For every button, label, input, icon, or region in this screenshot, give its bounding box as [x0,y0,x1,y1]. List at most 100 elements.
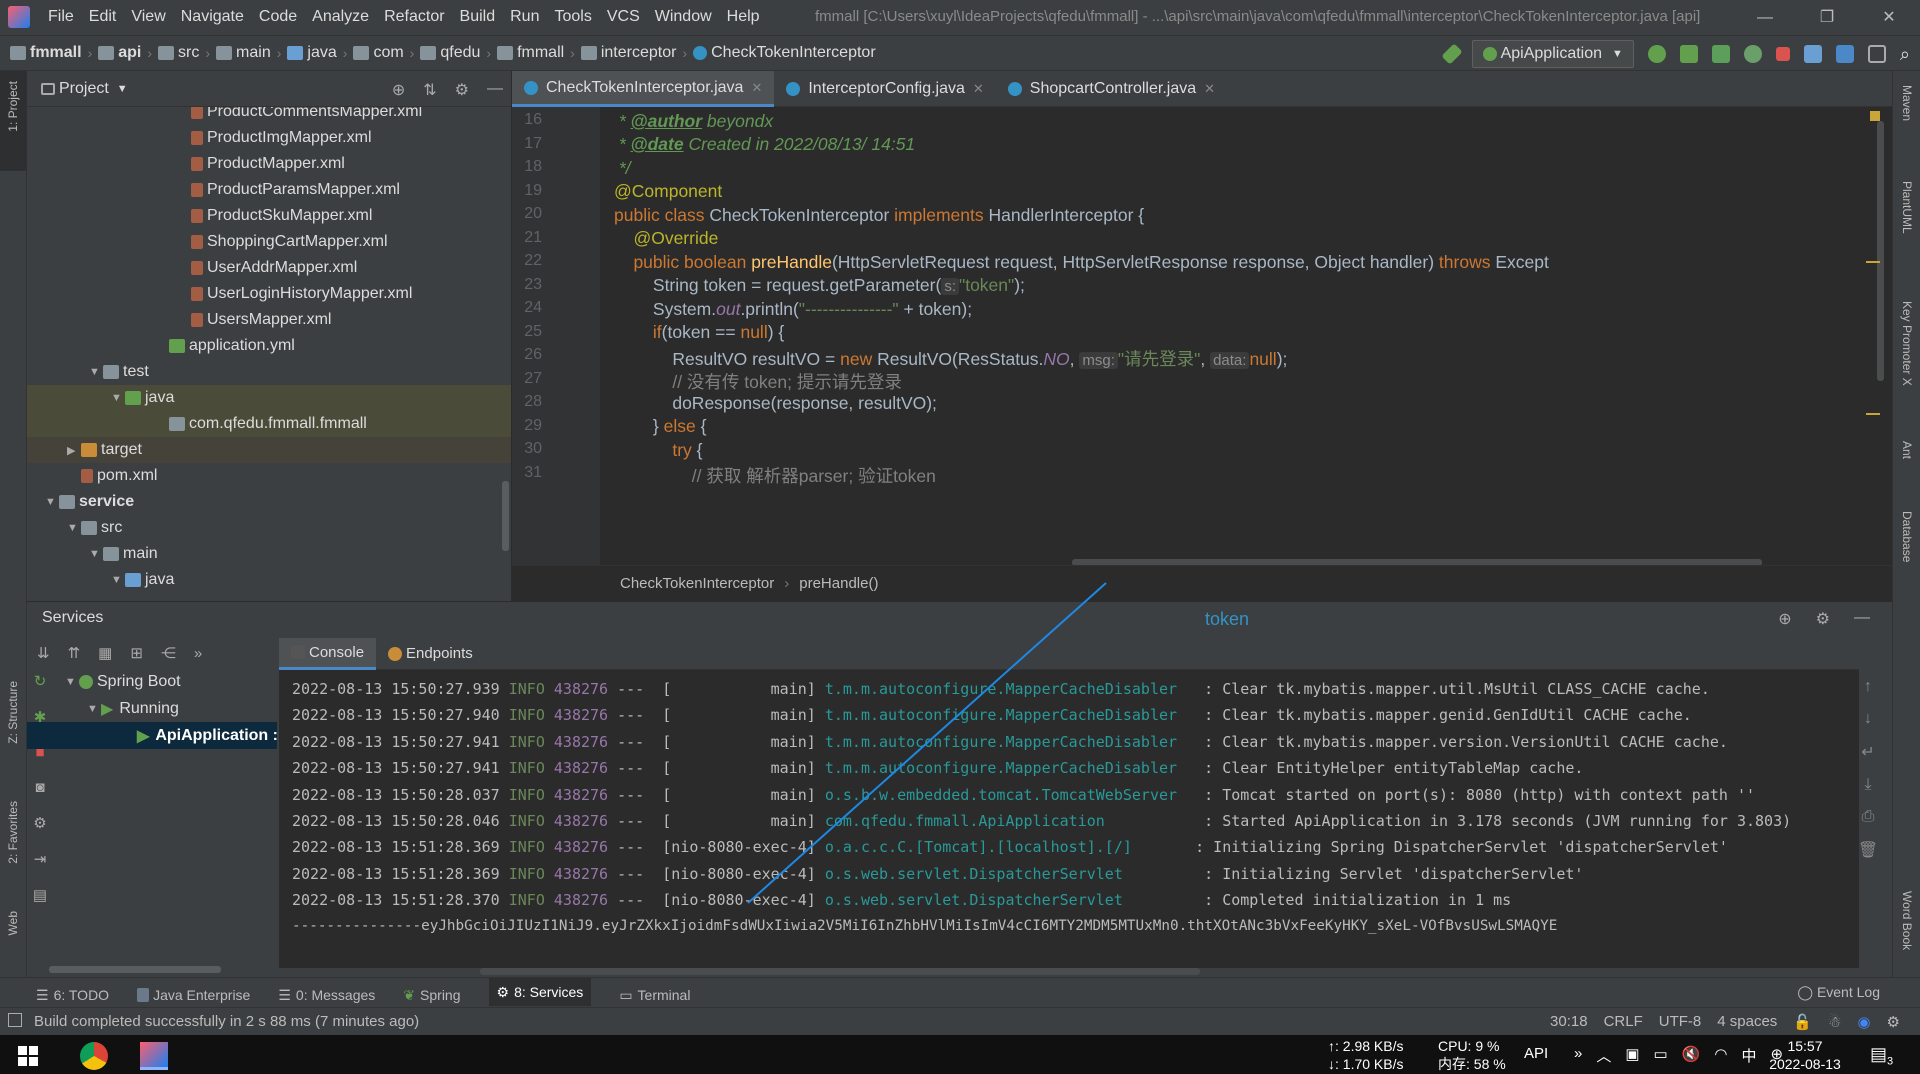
tree-item[interactable]: ▼ src [27,515,511,541]
close-icon[interactable]: ✕ [1204,81,1215,97]
tab-endpoints[interactable]: Endpoints [376,638,485,670]
task-view-icon[interactable]: ▣ [1625,1045,1639,1066]
tree-item[interactable]: ▼ test [27,359,511,385]
error-stripe-mark[interactable] [1866,261,1880,263]
intellij-taskbar-icon[interactable] [140,1042,168,1070]
translate-icon[interactable] [1835,45,1854,63]
menu-edit[interactable]: Edit [89,8,117,26]
structure-tool-button[interactable]: Z: Structure [6,681,20,744]
stop-icon[interactable] [1775,47,1790,61]
tool-services[interactable]: ⚙ 8: Services [488,978,592,1006]
filter-icon[interactable]: ⊞ [130,644,143,662]
breadcrumb-item[interactable]: java [287,44,337,62]
scrollbar[interactable] [49,966,221,973]
favorites-tool-button[interactable]: 2: Favorites [6,801,20,864]
menu-build[interactable]: Build [460,8,496,26]
status-message[interactable]: Build completed successfully in 2 s 88 m… [34,1013,419,1030]
inspector-icon[interactable]: ☃ [1828,1013,1841,1031]
chevron-down-icon[interactable]: ▼ [45,496,59,508]
breadcrumb-method[interactable]: preHandle() [799,575,878,592]
tree-node-spring-boot[interactable]: ▼ Spring Boot [27,668,277,695]
globe-icon[interactable]: ⊕ [1778,609,1791,629]
tree-node-apiapplication[interactable]: ▶ ApiApplication : [27,722,278,749]
tab-console[interactable]: Console [279,637,377,670]
share-icon[interactable]: ⋲ [161,644,176,662]
breadcrumb-item[interactable]: qfedu [420,44,480,62]
tree-item[interactable]: ▶ target [27,437,511,463]
menu-analyze[interactable]: Analyze [312,8,369,26]
windows-start-icon[interactable] [18,1046,38,1066]
tool-terminal[interactable]: ▭ Terminal [619,984,690,1006]
menu-run[interactable]: Run [510,8,539,26]
print-icon[interactable]: ⎙ [1862,808,1875,826]
scroll-down-icon[interactable]: ↓ [1864,710,1872,728]
menu-vcs[interactable]: VCS [607,8,640,26]
trash-icon[interactable]: 🗑 [1858,840,1878,860]
close-icon[interactable]: ✕ [751,80,762,96]
menu-refactor[interactable]: Refactor [384,8,444,26]
gear-icon[interactable]: ⚙ [455,80,469,100]
coverage-icon[interactable] [1711,45,1730,63]
console-output[interactable]: 2022-08-13 15:50:27.939 INFO 438276 --- … [279,670,1859,968]
project-tool-button[interactable]: 1: Project [6,81,20,132]
collapse-all-icon[interactable]: ⇈ [68,644,81,662]
wifi-icon[interactable]: ◠ [1714,1045,1727,1066]
breadcrumb-item[interactable]: fmmall [497,44,564,62]
scroll-to-end-icon[interactable]: ⤓ [1864,776,1871,794]
notification-center-icon[interactable]: ▤3 [1870,1044,1893,1068]
tree-item[interactable]: com.qfedu.fmmall.fmmall [27,411,511,437]
system-clock[interactable]: 15:57 2022-08-13 [1760,1037,1850,1073]
close-icon[interactable]: ✕ [1858,0,1920,35]
tree-item[interactable]: UserLoginHistoryMapper.xml [27,281,511,307]
project-structure-icon[interactable] [1803,45,1822,63]
run-configuration-select[interactable]: ApiApplication ▼ [1471,40,1634,68]
api-tray-label[interactable]: API [1524,1045,1548,1062]
lock-icon[interactable]: 🔓 [1793,1013,1812,1031]
battery-icon[interactable]: ▭ [1654,1045,1668,1066]
tool-spring[interactable]: ❦ Spring [403,984,460,1006]
group-icon[interactable]: ▦ [98,644,112,662]
web-tool-button[interactable]: Web [6,911,20,935]
menu-view[interactable]: View [131,8,165,26]
rerun-icon[interactable] [1647,45,1666,63]
restore-icon[interactable]: ❐ [1796,0,1858,35]
tray-up-icon[interactable]: ︿ [1596,1045,1611,1066]
tool-messages[interactable]: ☰ 0: Messages [278,984,375,1006]
tree-item[interactable]: ▼ main [27,541,511,567]
tree-item[interactable]: ▼ java [27,567,511,593]
tree-node-running[interactable]: ▼ ▶ Running [27,695,277,722]
vertical-scrollbar[interactable] [1877,121,1884,381]
menu-navigate[interactable]: Navigate [181,8,244,26]
tree-item[interactable]: ProductImgMapper.xml [27,125,511,151]
menu-help[interactable]: Help [727,8,760,26]
tree-item[interactable]: ▼ service [27,489,511,515]
layout-icon[interactable] [1867,45,1886,63]
breadcrumb-item[interactable]: api [98,44,141,62]
breadcrumb-class[interactable]: CheckTokenInterceptor [620,575,774,592]
tree-item[interactable]: ProductSkuMapper.xml [27,203,511,229]
chevron-right-icon[interactable]: ▶ [67,444,81,457]
ime-indicator[interactable]: 中 [1742,1045,1757,1066]
project-view-select[interactable]: Project [59,80,109,98]
tool-todo[interactable]: ☰ 6: TODO [36,984,109,1006]
ant-tool-button[interactable]: Ant [1900,441,1914,459]
chrome-icon[interactable]: ◉ [1857,1013,1870,1031]
maven-tool-button[interactable]: Maven [1900,85,1914,121]
console-horizontal-scrollbar[interactable] [480,968,1200,975]
menu-file[interactable]: File [48,8,74,26]
chevron-down-icon[interactable]: ▼ [117,83,128,95]
indent-setting[interactable]: 4 spaces [1717,1013,1777,1031]
tree-item[interactable]: ▼ java [27,385,511,411]
collapse-all-icon[interactable]: ⇅ [423,80,436,100]
menu-code[interactable]: Code [259,8,297,26]
database-tool-button[interactable]: Database [1900,511,1914,562]
gear-icon[interactable]: ⚙ [1816,609,1830,629]
hide-icon[interactable]: — [487,80,503,100]
breadcrumb-item[interactable]: src [158,44,199,62]
tree-item[interactable]: ShoppingCartMapper.xml [27,229,511,255]
tree-item[interactable]: application.yml [27,333,511,359]
code-area[interactable]: * @author beyondx * @date Created in 202… [614,107,1884,565]
caret-position[interactable]: 30:18 [1550,1013,1588,1031]
menu-window[interactable]: Window [655,8,712,26]
build-hammer-icon[interactable] [1441,43,1463,65]
